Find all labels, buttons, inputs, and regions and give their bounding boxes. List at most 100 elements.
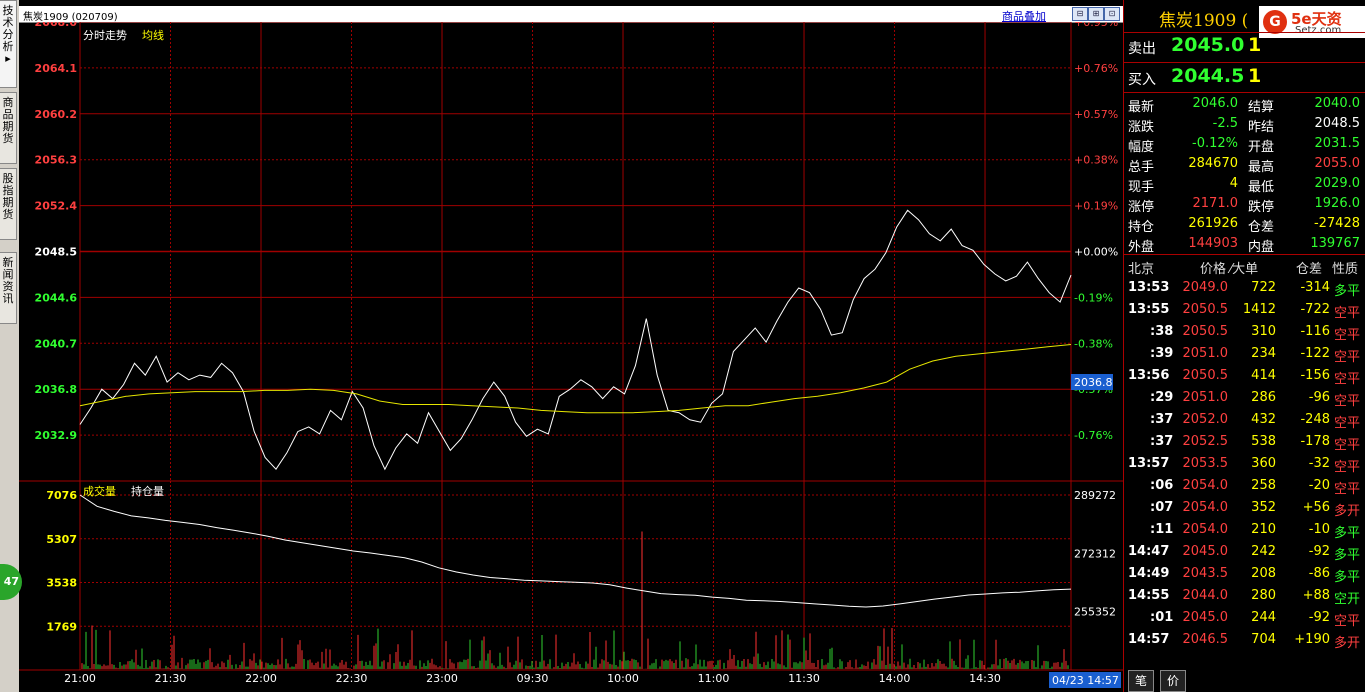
tick-header-oi: 仓差 xyxy=(1296,262,1323,277)
zoom-in-icon[interactable]: ⊟ xyxy=(1072,7,1088,21)
tick-nature: 空平 xyxy=(1333,394,1360,409)
sell-volume: 1 xyxy=(1248,34,1262,56)
tick-nature: 空平 xyxy=(1333,482,1360,497)
tick-header-time: 北京 xyxy=(1128,262,1155,277)
tick-row[interactable]: 14:47 2045.0 242 -92 多平 xyxy=(1124,541,1365,563)
tick-price: 2054.0 xyxy=(1182,500,1229,515)
tick-time: 14:49 xyxy=(1128,566,1170,581)
tick-volume: 538 xyxy=(1251,434,1276,449)
tick-row[interactable]: 13:56 2050.5 414 -156 空平 xyxy=(1124,365,1365,387)
tick-price: 2052.5 xyxy=(1182,434,1229,449)
buy-label: 买入 xyxy=(1128,72,1156,88)
logo-subtext: Setz.com xyxy=(1295,25,1342,36)
tick-nature: 空平 xyxy=(1333,416,1360,431)
stat-value: -0.12% xyxy=(1192,136,1238,151)
tick-volume: 414 xyxy=(1251,368,1276,383)
stat-label: 最新 xyxy=(1128,100,1155,115)
tick-oi-change: -122 xyxy=(1300,346,1330,361)
stat-label: 总手 xyxy=(1128,160,1155,175)
stat-label: 内盘 xyxy=(1248,240,1275,255)
time-tick-label: 09:30 xyxy=(517,672,549,685)
tick-row[interactable]: :06 2054.0 258 -20 空平 xyxy=(1124,475,1365,497)
price-tick-label: 2056.3 xyxy=(35,154,77,167)
average-line xyxy=(79,344,1072,414)
volume-tick-label: 3538 xyxy=(46,577,77,590)
tab-price[interactable]: 价 xyxy=(1160,670,1186,692)
tick-time: 13:55 xyxy=(1128,302,1170,317)
tick-nature: 空平 xyxy=(1333,460,1360,475)
stat-value: -2.5 xyxy=(1212,116,1238,131)
chart-grid xyxy=(19,22,1123,671)
price-tick-label: 2052.4 xyxy=(35,200,78,213)
tick-row[interactable]: 14:49 2043.5 208 -86 多平 xyxy=(1124,563,1365,585)
stat-row: 涨跌 -2.5 昨结 2048.5 xyxy=(1124,114,1365,135)
tick-oi-change: -178 xyxy=(1300,434,1330,449)
tick-row[interactable]: :29 2051.0 286 -96 空平 xyxy=(1124,387,1365,409)
pct-tick-label: +0.38% xyxy=(1074,154,1118,167)
tab-news[interactable]: 新闻资讯 xyxy=(0,252,17,324)
pct-tick-label: -0.76% xyxy=(1074,429,1113,442)
tick-row[interactable]: 13:53 2049.0 722 -314 多平 xyxy=(1124,277,1365,299)
time-tick-label: 14:30 xyxy=(969,672,1001,685)
tick-oi-change: -248 xyxy=(1300,412,1330,427)
tick-time: 13:57 xyxy=(1128,456,1170,471)
stat-label: 涨跌 xyxy=(1128,120,1155,135)
tick-volume: 244 xyxy=(1251,610,1276,625)
tick-time: :07 xyxy=(1150,500,1174,515)
oi-tick-label: 255352 xyxy=(1074,606,1116,619)
stat-value: -27428 xyxy=(1313,216,1360,231)
time-tick-label: 11:00 xyxy=(698,672,730,685)
stat-value: 2029.0 xyxy=(1314,176,1361,191)
stat-label: 跌停 xyxy=(1248,200,1275,215)
tick-header-price: 价格 xyxy=(1200,262,1227,277)
tick-volume: 1412 xyxy=(1242,302,1276,317)
oi-tick-label: 272312 xyxy=(1074,547,1116,560)
tick-row[interactable]: 13:57 2053.5 360 -32 空平 xyxy=(1124,453,1365,475)
tab-index-futures[interactable]: 股指期货 xyxy=(0,168,17,240)
price-line xyxy=(79,209,1072,471)
stat-value: 2031.5 xyxy=(1314,136,1361,151)
tick-nature: 多开 xyxy=(1333,636,1360,651)
tick-row[interactable]: :01 2045.0 244 -92 空平 xyxy=(1124,607,1365,629)
tick-price: 2050.5 xyxy=(1182,302,1229,317)
legend-volume: 成交量 xyxy=(83,484,116,498)
tick-header: 北京 价格 ⁄大单 仓差 性质 xyxy=(1124,255,1365,277)
tick-row[interactable]: :37 2052.5 538 -178 空平 xyxy=(1124,431,1365,453)
stat-label: 昨结 xyxy=(1248,120,1275,135)
tick-row[interactable]: :07 2054.0 352 +56 多开 xyxy=(1124,497,1365,519)
time-tick-label: 11:30 xyxy=(788,672,820,685)
tab-technical-analysis[interactable]: 技术分析▸ xyxy=(0,0,17,88)
tick-time: 14:55 xyxy=(1128,588,1170,603)
tick-volume: 286 xyxy=(1251,390,1276,405)
intraday-chart[interactable]: 2068.0 2064.1 2060.2 2056.3 2052.4 2048.5 2044… xyxy=(19,22,1123,692)
fit-icon[interactable]: ⊞ xyxy=(1088,7,1104,21)
tick-nature: 空平 xyxy=(1333,614,1360,629)
stat-label: 外盘 xyxy=(1128,240,1155,255)
tick-oi-change: -10 xyxy=(1308,522,1330,537)
tick-row[interactable]: 13:55 2050.5 1412 -722 空平 xyxy=(1124,299,1365,321)
expand-icon[interactable]: ⊡ xyxy=(1104,7,1120,21)
stat-row: 幅度 -0.12% 开盘 2031.5 xyxy=(1124,134,1365,155)
tick-time: :29 xyxy=(1150,390,1174,405)
tick-row[interactable]: 14:57 2046.5 704 +190 多开 xyxy=(1124,629,1365,651)
site-logo[interactable]: G 5e天资 Setz.com xyxy=(1259,6,1365,38)
sell-price: 2045.0 xyxy=(1171,34,1245,56)
legend-intraday: 分时走势 xyxy=(83,29,127,42)
price-tick-label: 2040.7 xyxy=(35,337,77,350)
pct-tick-label: +0.19% xyxy=(1074,200,1118,213)
tick-row[interactable]: :11 2054.0 210 -10 多平 xyxy=(1124,519,1365,541)
tick-volume: 210 xyxy=(1251,522,1276,537)
tick-volume: 234 xyxy=(1251,346,1276,361)
tick-row[interactable]: :37 2052.0 432 -248 空平 xyxy=(1124,409,1365,431)
tick-row[interactable]: 14:55 2044.0 280 +88 空开 xyxy=(1124,585,1365,607)
stat-row: 总手 284670 最高 2055.0 xyxy=(1124,154,1365,175)
tab-commodity-futures[interactable]: 商品期货 xyxy=(0,92,17,164)
pct-tick-label: +0.95% xyxy=(1074,22,1118,29)
price-tick-label: 2064.1 xyxy=(35,62,77,75)
stat-row: 外盘 144903 内盘 139767 xyxy=(1124,234,1365,255)
tick-volume: 258 xyxy=(1251,478,1276,493)
tab-trades[interactable]: 笔 xyxy=(1128,670,1154,692)
tick-price: 2045.0 xyxy=(1182,544,1229,559)
tick-row[interactable]: :38 2050.5 310 -116 空平 xyxy=(1124,321,1365,343)
tick-row[interactable]: :39 2051.0 234 -122 空平 xyxy=(1124,343,1365,365)
